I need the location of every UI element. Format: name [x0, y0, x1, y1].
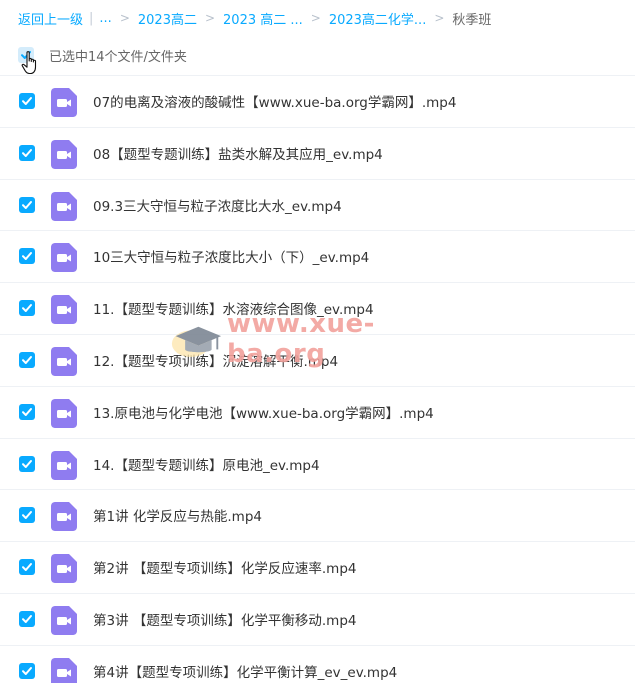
breadcrumb-arrow: >: [310, 11, 321, 25]
file-row[interactable]: 11.【题型专题训练】水溶液综合图像_ev.mp4: [0, 283, 635, 335]
file-checkbox[interactable]: [19, 248, 35, 265]
breadcrumb-item-1[interactable]: 2023高二: [138, 9, 197, 28]
checkmark-icon: [22, 252, 32, 261]
video-file-icon: [51, 88, 77, 117]
file-name[interactable]: 10三大守恒与粒子浓度比大小（下）_ev.mp4: [93, 246, 369, 266]
checkmark-icon: [22, 666, 32, 675]
file-row[interactable]: 08【题型专题训练】盐类水解及其应用_ev.mp4: [0, 128, 635, 180]
breadcrumb-arrow: >: [204, 11, 216, 25]
file-row[interactable]: 14.【题型专题训练】原电池_ev.mp4: [0, 439, 635, 491]
checkmark-icon: [22, 200, 32, 209]
file-name[interactable]: 13.原电池与化学电池【www.xue-ba.org学霸网】.mp4: [93, 402, 434, 422]
breadcrumb-item-3[interactable]: 2023高二化学...: [329, 9, 426, 28]
file-row[interactable]: 第4讲【题型专项训练】化学平衡计算_ev_ev.mp4: [0, 646, 635, 683]
checkmark-icon: [22, 407, 32, 416]
file-row[interactable]: 13.原电池与化学电池【www.xue-ba.org学霸网】.mp4: [0, 387, 635, 439]
breadcrumb-separator: |: [89, 10, 94, 26]
file-list: 07的电离及溶液的酸碱性【www.xue-ba.org学霸网】.mp4 08【题型…: [0, 75, 635, 683]
checkmark-icon: [22, 97, 32, 105]
video-file-icon: [51, 605, 77, 635]
file-name[interactable]: 第4讲【题型专项训练】化学平衡计算_ev_ev.mp4: [93, 661, 397, 681]
video-file-icon: [51, 191, 77, 221]
file-name[interactable]: 第2讲 【题型专项训练】化学反应速率.mp4: [93, 557, 356, 577]
file-row[interactable]: 10三大守恒与粒子浓度比大小（下）_ev.mp4: [0, 231, 635, 284]
file-name[interactable]: 07的电离及溶液的酸碱性【www.xue-ba.org学霸网】.mp4: [93, 91, 456, 111]
video-file-icon: [51, 502, 77, 532]
file-row[interactable]: 12.【题型专项训练】沉淀溶解平衡.mp4: [0, 335, 635, 387]
video-file-icon: [51, 346, 77, 376]
video-file-icon: [51, 139, 77, 169]
checkmark-icon: [22, 459, 32, 468]
file-name[interactable]: 第1讲 化学反应与热能.mp4: [93, 505, 262, 525]
video-file-icon: [51, 657, 77, 683]
file-checkbox[interactable]: [19, 93, 35, 109]
file-row[interactable]: 07的电离及溶液的酸碱性【www.xue-ba.org学霸网】.mp4: [0, 76, 635, 128]
video-file-icon: [51, 554, 77, 584]
checkmark-icon: [22, 563, 32, 572]
checkmark-icon: [22, 511, 32, 520]
video-file-icon: [51, 295, 77, 325]
file-name[interactable]: 14.【题型专题训练】原电池_ev.mp4: [93, 454, 320, 474]
checkmark-icon: [22, 148, 32, 157]
file-name[interactable]: 11.【题型专题训练】水溶液综合图像_ev.mp4: [93, 298, 374, 318]
file-checkbox[interactable]: [19, 351, 35, 368]
file-checkbox[interactable]: [19, 662, 35, 679]
file-row[interactable]: 第2讲 【题型专项训练】化学反应速率.mp4: [0, 542, 635, 594]
file-checkbox[interactable]: [19, 559, 35, 576]
file-name[interactable]: 09.3三大守恒与粒子浓度比大水_ev.mp4: [93, 195, 342, 215]
back-link[interactable]: 返回上一级: [18, 9, 83, 28]
file-checkbox[interactable]: [19, 144, 35, 161]
checkmark-icon: [22, 614, 32, 623]
select-all-bar: 已选中14个文件/文件夹: [18, 45, 187, 65]
file-name[interactable]: 第3讲 【题型专项训练】化学平衡移动.mp4: [93, 609, 356, 629]
hand-pointer-icon: [21, 51, 37, 75]
checkmark-icon: [22, 304, 32, 313]
breadcrumb: 返回上一级 | ... > 2023高二 > 2023 高二 ... > 202…: [18, 9, 492, 28]
breadcrumb-item-2[interactable]: 2023 高二 ...: [223, 9, 303, 28]
file-checkbox[interactable]: [19, 610, 35, 627]
file-checkbox[interactable]: [19, 403, 35, 420]
file-row[interactable]: 第3讲 【题型专项训练】化学平衡移动.mp4: [0, 594, 635, 646]
file-checkbox[interactable]: [19, 507, 35, 524]
file-checkbox[interactable]: [19, 455, 35, 472]
checkmark-icon: [22, 355, 32, 364]
file-checkbox[interactable]: [19, 300, 35, 317]
breadcrumb-ellipsis[interactable]: ...: [99, 11, 111, 26]
file-row[interactable]: 第1讲 化学反应与热能.mp4: [0, 490, 635, 543]
breadcrumb-arrow: >: [119, 11, 130, 25]
file-checkbox[interactable]: [19, 196, 35, 213]
video-file-icon: [51, 243, 77, 273]
breadcrumb-arrow: >: [434, 11, 445, 25]
file-name[interactable]: 08【题型专题训练】盐类水解及其应用_ev.mp4: [93, 143, 383, 163]
file-name[interactable]: 12.【题型专项训练】沉淀溶解平衡.mp4: [93, 350, 338, 370]
breadcrumb-current: 秋季班: [452, 12, 492, 28]
selection-count: 已选中14个文件/文件夹: [49, 49, 187, 65]
video-file-icon: [51, 450, 77, 480]
file-row[interactable]: 09.3三大守恒与粒子浓度比大水_ev.mp4: [0, 180, 635, 232]
video-file-icon: [51, 398, 77, 428]
